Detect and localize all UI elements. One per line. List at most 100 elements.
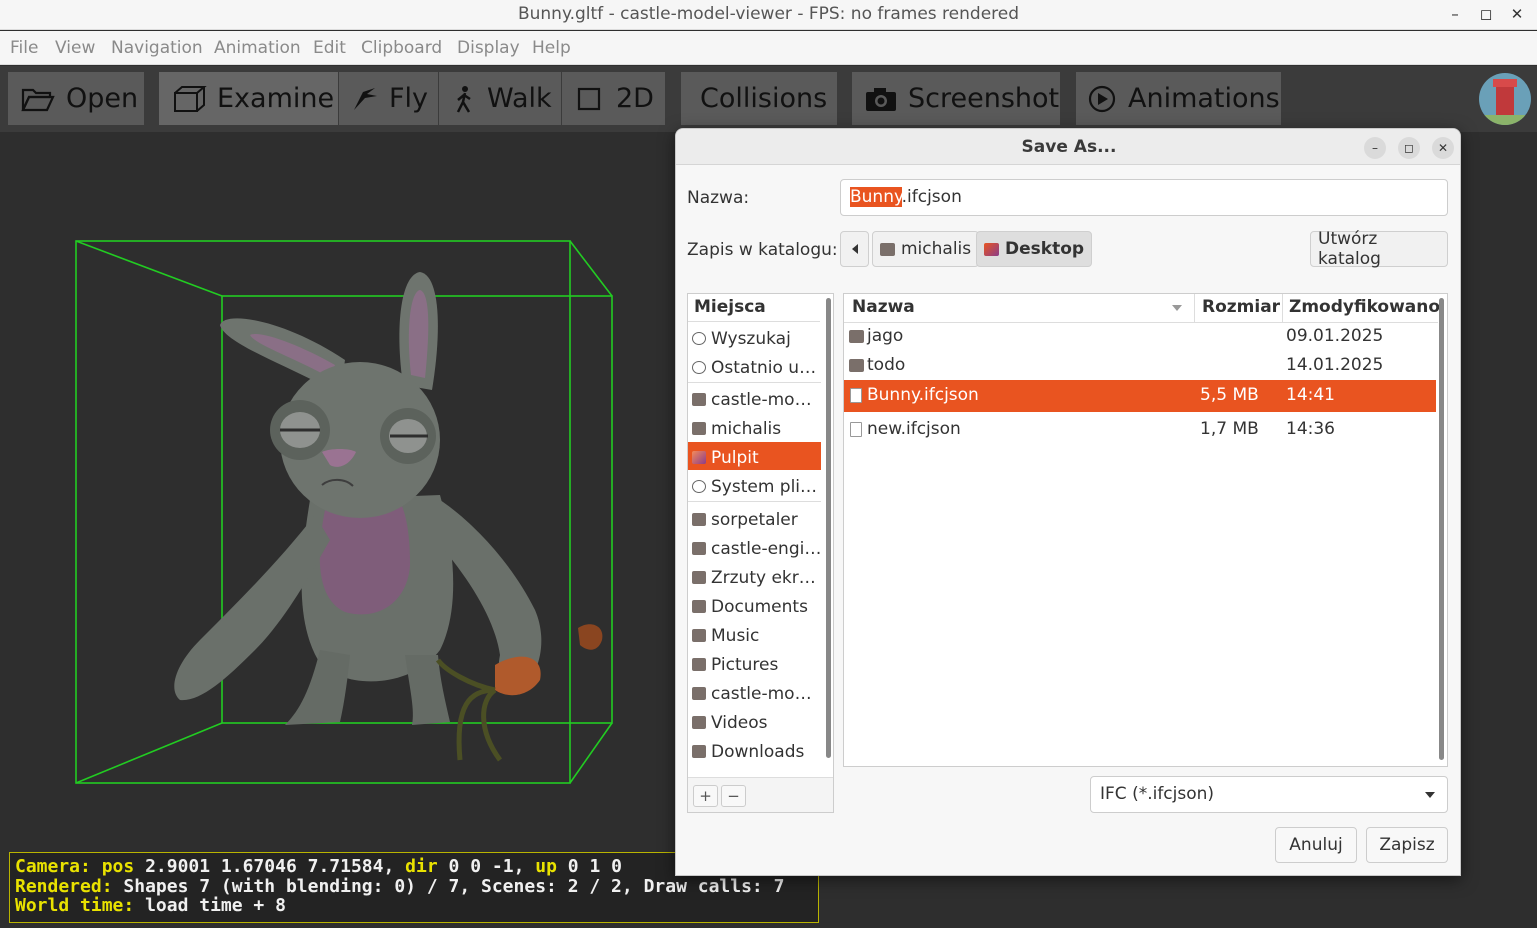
place-castle-model[interactable]: castle-mo… — [688, 384, 821, 412]
file-list-scrollbar[interactable] — [1439, 298, 1444, 760]
file-type-filter[interactable]: IFC (*.ifcjson) — [1090, 776, 1448, 813]
desktop-icon — [692, 451, 706, 464]
save-as-dialog: Save As... – ◻ ✕ Nazwa: Bunny.ifcjson Za… — [675, 128, 1461, 876]
menu-file[interactable]: File — [10, 38, 38, 58]
menu-help[interactable]: Help — [532, 38, 571, 58]
place-michalis[interactable]: michalis — [688, 413, 821, 441]
path-michalis-label: michalis — [901, 239, 972, 259]
open-button[interactable]: Open — [8, 72, 144, 125]
menu-view[interactable]: View — [55, 38, 95, 58]
folder-icon — [692, 571, 706, 584]
music-folder-icon — [692, 629, 706, 642]
column-name-header[interactable]: Nazwa — [844, 294, 1194, 323]
folder-icon — [692, 687, 706, 700]
dialog-minimize-button[interactable]: – — [1364, 137, 1386, 159]
create-folder-label: Utwórz katalog — [1318, 229, 1381, 269]
recent-icon — [692, 361, 706, 374]
toolbar: Open Examine Fly Walk 2D Collisions Scre… — [0, 66, 1537, 132]
drive-icon — [692, 480, 706, 493]
place-search[interactable]: Wyszukaj — [688, 323, 821, 351]
path-michalis-button[interactable]: michalis — [872, 231, 980, 267]
place-pulpit[interactable]: Pulpit — [688, 442, 821, 470]
walk-label: Walk — [487, 83, 552, 114]
document-icon — [850, 388, 862, 403]
filename-selected: Bunny — [850, 187, 902, 207]
place-screenshots[interactable]: Zrzuty ekr… — [688, 562, 821, 590]
save-button[interactable]: Zapisz — [1366, 827, 1448, 863]
fly-icon — [351, 84, 379, 114]
places-footer: + − — [688, 777, 833, 812]
place-pictures[interactable]: Pictures — [688, 649, 821, 677]
file-row-todo[interactable]: todo 14.01.2025 — [844, 350, 1436, 382]
minimize-button[interactable]: – — [1443, 3, 1467, 25]
dialog-close-button[interactable]: ✕ — [1432, 137, 1454, 159]
examine-label: Examine — [217, 83, 335, 114]
filename-input[interactable]: Bunny.ifcjson — [840, 179, 1448, 216]
file-row-bunny[interactable]: Bunny.ifcjson 5,5 MB 14:41 — [844, 380, 1436, 412]
cube-icon — [171, 84, 207, 114]
document-icon — [850, 422, 862, 437]
place-documents[interactable]: Documents — [688, 591, 821, 619]
place-castle-model-2[interactable]: castle-mo… — [688, 678, 821, 706]
play-circle-icon — [1088, 84, 1118, 114]
menu-animation[interactable]: Animation — [214, 38, 301, 58]
place-recent[interactable]: Ostatnio u… — [688, 352, 821, 380]
bunny-model — [174, 272, 603, 762]
2d-button[interactable]: 2D — [562, 72, 665, 125]
place-sorpetaler[interactable]: sorpetaler — [688, 504, 821, 532]
path-desktop-button[interactable]: Desktop — [976, 231, 1093, 267]
hud-world-time-line: World time: load time + 8 — [15, 895, 286, 916]
maximize-button[interactable]: ◻ — [1474, 3, 1498, 25]
fly-label: Fly — [389, 83, 429, 114]
file-list: Nazwa Rozmiar Zmodyfikowano jago 09.01.2… — [843, 293, 1448, 767]
home-folder-icon — [880, 242, 895, 256]
examine-button[interactable]: Examine — [159, 72, 338, 125]
dialog-maximize-button[interactable]: ◻ — [1398, 137, 1420, 159]
animations-button[interactable]: Animations — [1076, 72, 1281, 125]
home-icon — [692, 422, 706, 435]
save-in-label: Zapis w katalogu: — [687, 240, 838, 260]
path-back-button[interactable] — [840, 231, 869, 267]
path-desktop-label: Desktop — [1005, 239, 1085, 259]
sort-down-icon — [1172, 305, 1182, 311]
close-button[interactable]: ✕ — [1505, 3, 1529, 25]
folder-icon — [692, 393, 706, 406]
square-icon — [574, 84, 606, 114]
menu-display[interactable]: Display — [457, 38, 520, 58]
cancel-button[interactable]: Anuluj — [1275, 827, 1357, 863]
castle-logo-icon — [1479, 73, 1531, 125]
add-place-button[interactable]: + — [693, 785, 718, 807]
places-header: Miejsca — [688, 294, 820, 322]
column-modified-header[interactable]: Zmodyfikowano — [1283, 294, 1440, 323]
walk-button[interactable]: Walk — [439, 72, 561, 125]
menu-navigation[interactable]: Navigation — [111, 38, 203, 58]
folder-icon — [849, 330, 864, 343]
downloads-folder-icon — [692, 745, 706, 758]
filter-value: IFC (*.ifcjson) — [1100, 784, 1215, 804]
column-size-header[interactable]: Rozmiar — [1195, 294, 1282, 323]
menu-edit[interactable]: Edit — [313, 38, 346, 58]
create-folder-button[interactable]: Utwórz katalog — [1310, 229, 1448, 269]
fly-button[interactable]: Fly — [339, 72, 438, 125]
place-filesystem[interactable]: System pli… — [688, 471, 821, 499]
screenshot-button[interactable]: Screenshot — [852, 72, 1060, 125]
dropdown-caret-icon — [1425, 792, 1435, 798]
screenshot-label: Screenshot — [908, 83, 1060, 114]
place-videos[interactable]: Videos — [688, 707, 821, 735]
animations-label: Animations — [1128, 83, 1280, 114]
collisions-button[interactable]: Collisions — [681, 72, 837, 125]
remove-place-button[interactable]: − — [721, 785, 746, 807]
camera-icon — [864, 84, 898, 114]
file-row-new[interactable]: new.ifcjson 1,7 MB 14:36 — [844, 414, 1436, 446]
menu-clipboard[interactable]: Clipboard — [361, 38, 442, 58]
place-music[interactable]: Music — [688, 620, 821, 648]
file-row-jago[interactable]: jago 09.01.2025 — [844, 321, 1436, 353]
places-scrollbar[interactable] — [826, 298, 831, 758]
place-castle-engine[interactable]: castle-engi… — [688, 533, 821, 561]
chevron-left-icon — [851, 244, 858, 254]
place-downloads[interactable]: Downloads — [688, 736, 821, 764]
open-label: Open — [66, 83, 139, 114]
places-sidebar: Miejsca Wyszukaj Ostatnio u… castle-mo… … — [687, 293, 834, 813]
window-titlebar: Bunny.gltf - castle-model-viewer - FPS: … — [0, 0, 1537, 30]
folder-icon — [692, 542, 706, 555]
